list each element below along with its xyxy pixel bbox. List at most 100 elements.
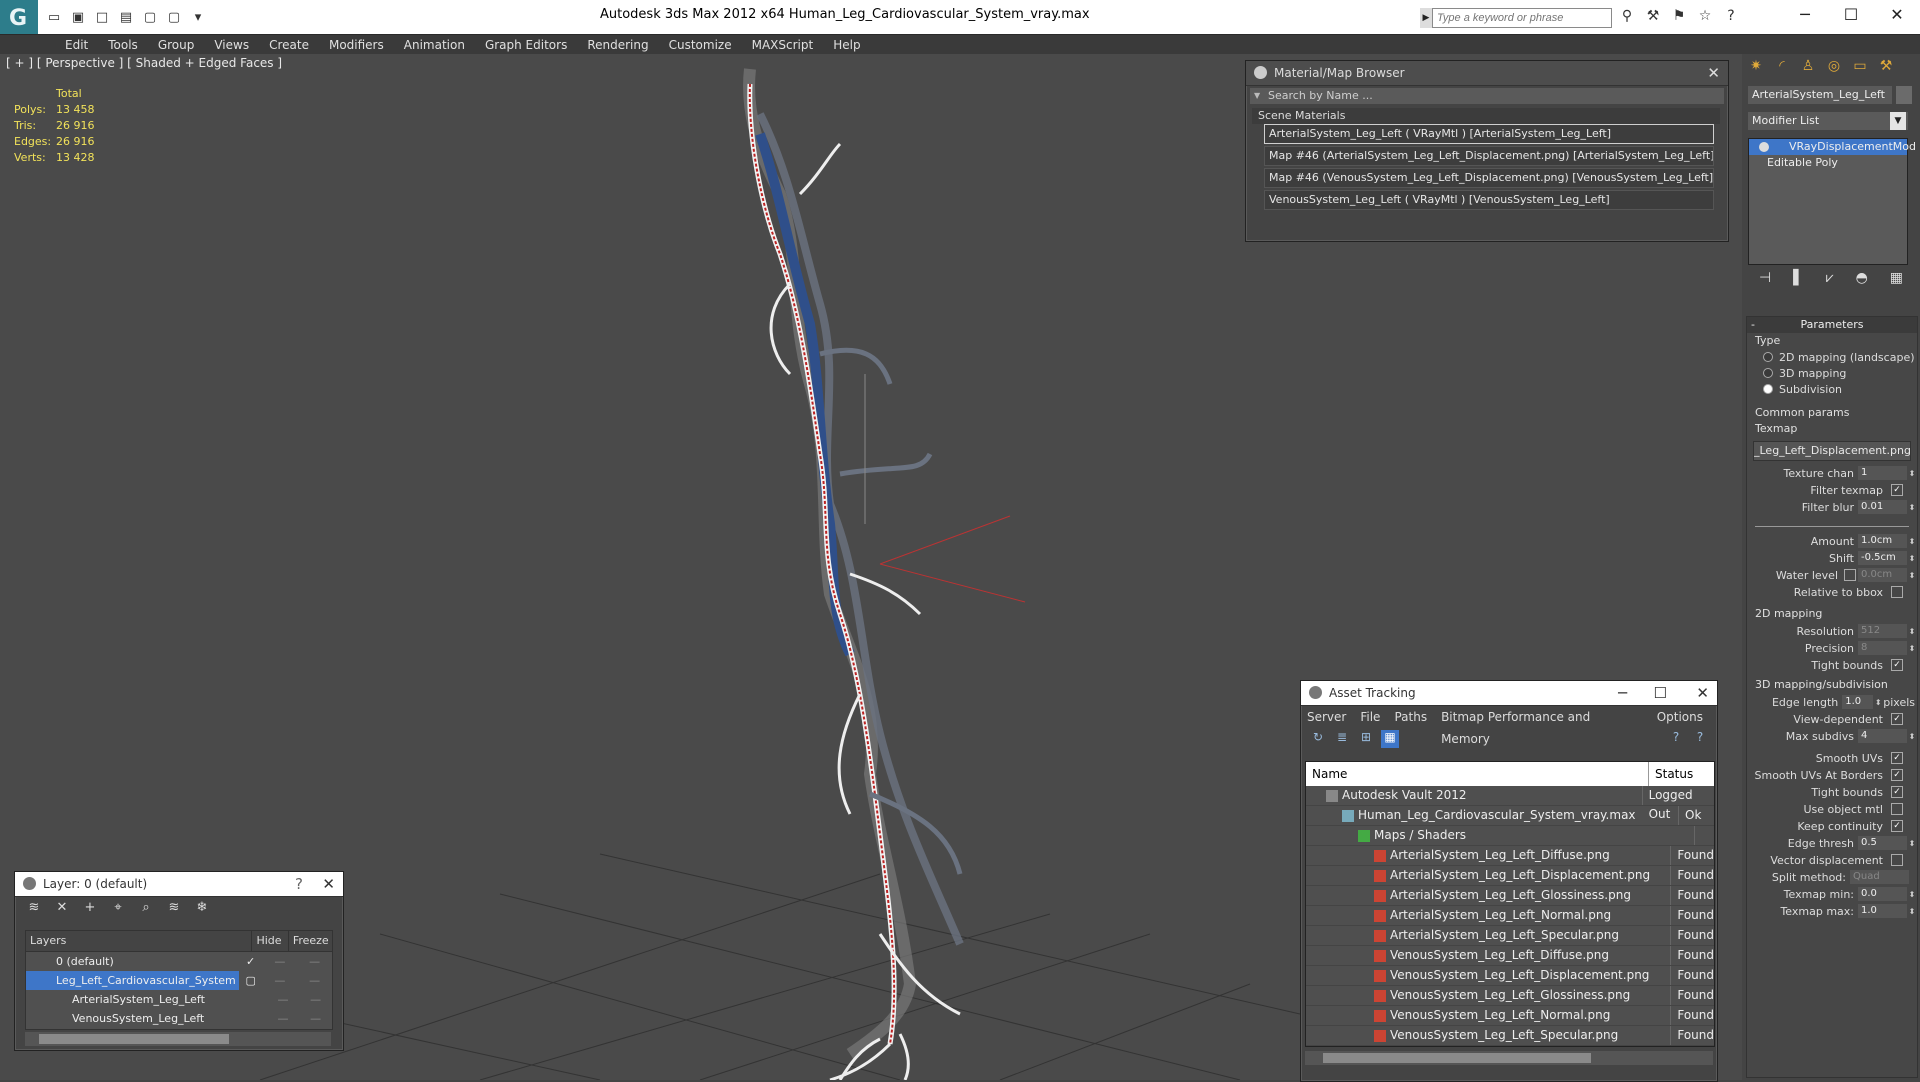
close-icon[interactable]: ✕ [1874, 0, 1920, 30]
utilities-tab-icon[interactable]: ⚒ [1874, 58, 1898, 80]
layer-row[interactable]: 0 (default) ✓ — — [26, 952, 332, 971]
display-tab-icon[interactable]: ▭ [1848, 58, 1872, 80]
horizontal-scrollbar[interactable] [1305, 1051, 1713, 1065]
spinner-arrows-icon[interactable]: ⬍ [1907, 469, 1917, 478]
keyword-search-input[interactable] [1432, 8, 1612, 28]
table-row[interactable]: Human_Leg_Cardiovascular_System_vray.max… [1306, 806, 1714, 826]
hide-all-icon[interactable]: ≋ [163, 900, 185, 918]
hierarchy-tab-icon[interactable]: ♙ [1796, 58, 1820, 80]
smooth-uvs-checkbox[interactable]: ✓ [1891, 752, 1903, 764]
water-level-checkbox[interactable] [1844, 569, 1856, 581]
spinner-arrows-icon[interactable]: ⬍ [1907, 571, 1917, 580]
menu-animation[interactable]: Animation [394, 35, 475, 55]
parameters-rollout-header[interactable]: Parameters [1747, 317, 1917, 333]
subscription-icon[interactable]: ⚒ [1642, 8, 1664, 28]
relative-bbox-checkbox[interactable] [1891, 586, 1903, 598]
table-row[interactable]: VenousSystem_Leg_Left_Specular.png Found [1306, 1026, 1714, 1046]
hold-icon[interactable]: ▤ [116, 8, 136, 26]
asset-menu-server[interactable]: Server [1307, 706, 1346, 728]
delete-layer-icon[interactable]: ✕ [51, 900, 73, 918]
menu-modifiers[interactable]: Modifiers [319, 35, 394, 55]
vector-displacement-checkbox[interactable] [1891, 854, 1903, 866]
spinner-arrows-icon[interactable]: ⬍ [1907, 907, 1917, 916]
keep-continuity-checkbox[interactable]: ✓ [1891, 820, 1903, 832]
asset-menu-options[interactable]: Options [1657, 706, 1703, 728]
spinner-arrows-icon[interactable]: ⬍ [1907, 732, 1917, 741]
menu-tools[interactable]: Tools [98, 35, 148, 55]
material-item[interactable]: VenousSystem_Leg_Left ( VRayMtl ) [Venou… [1264, 190, 1714, 210]
close-icon[interactable]: ✕ [322, 872, 335, 896]
new-file-icon[interactable]: □ [92, 8, 112, 26]
texmap-button[interactable]: _Leg_Left_Displacement.png) [1753, 441, 1911, 461]
texture-chan-spinner[interactable]: 1 [1858, 466, 1907, 480]
scrollbar-thumb[interactable] [39, 1034, 229, 1044]
scene-materials-section[interactable]: Scene Materials [1252, 108, 1720, 124]
viewport-label-menu[interactable]: [ + ] [ Perspective ] [ Shaded + Edged F… [6, 56, 282, 70]
column-status[interactable]: Status [1649, 762, 1693, 786]
split-method-dropdown[interactable]: Quad [1850, 870, 1909, 884]
menu-rendering[interactable]: Rendering [577, 35, 658, 55]
layer-row[interactable]: ArterialSystem_Leg_Left — — [26, 990, 332, 1009]
layer-row[interactable]: Leg_Left_Cardiovascular_System ▢ — — [26, 971, 332, 990]
open-file-icon[interactable]: ▭ [44, 8, 64, 26]
table-row[interactable]: ArterialSystem_Leg_Left_Diffuse.png Found [1306, 846, 1714, 866]
texmap-max-spinner[interactable]: 1.0 [1858, 904, 1907, 918]
tight-bounds2-checkbox[interactable]: ✓ [1891, 786, 1903, 798]
list-view-icon[interactable]: ≣ [1333, 730, 1351, 748]
add-to-layer-icon[interactable]: + [79, 900, 101, 918]
max-subdivs-spinner[interactable]: 4 [1858, 729, 1907, 743]
pin-stack-icon[interactable]: ⊣ [1759, 270, 1771, 292]
material-item[interactable]: Map #46 (ArterialSystem_Leg_Left_Displac… [1264, 146, 1714, 166]
vault-help-icon[interactable]: ? [1691, 730, 1709, 748]
select-objects-icon[interactable]: ⌖ [107, 900, 129, 918]
table-row[interactable]: VenousSystem_Leg_Left_Diffuse.png Found [1306, 946, 1714, 966]
table-row[interactable]: VenousSystem_Leg_Left_Normal.png Found [1306, 1006, 1714, 1026]
amount-spinner[interactable]: 1.0cm [1858, 534, 1907, 548]
filter-blur-spinner[interactable]: 0.01 [1858, 500, 1907, 514]
motion-tab-icon[interactable]: ◎ [1822, 58, 1846, 80]
asset-menu-bitmap[interactable]: Bitmap Performance and Memory [1441, 706, 1643, 746]
scrollbar-thumb[interactable] [1323, 1053, 1591, 1063]
view-dependent-checkbox[interactable]: ✓ [1891, 713, 1903, 725]
leg-vessel-model[interactable] [743, 68, 964, 1080]
help-icon[interactable]: ? [1667, 730, 1685, 748]
precision-spinner[interactable]: 8 [1858, 641, 1907, 655]
close-icon[interactable]: ✕ [1696, 681, 1709, 705]
menu-maxscript[interactable]: MAXScript [742, 35, 824, 55]
stack-item-editable-poly[interactable]: Editable Poly [1749, 155, 1907, 171]
bulb-icon[interactable] [1759, 142, 1769, 152]
create-layer-icon[interactable]: ≋ [23, 900, 45, 918]
refresh-icon[interactable]: ↻ [1309, 730, 1327, 748]
undo-icon[interactable]: ▢ [140, 8, 160, 26]
freeze-all-icon[interactable]: ❄ [191, 900, 213, 918]
menu-group[interactable]: Group [148, 35, 205, 55]
material-item[interactable]: Map #46 (VenousSystem_Leg_Left_Displacem… [1264, 168, 1714, 188]
material-browser-titlebar[interactable]: Material/Map Browser ✕ [1246, 61, 1728, 86]
table-row[interactable]: ArterialSystem_Leg_Left_Specular.png Foun… [1306, 926, 1714, 946]
edge-thresh-spinner[interactable]: 0.5 [1858, 836, 1907, 850]
table-row[interactable]: Maps / Shaders [1306, 826, 1714, 846]
object-name-field[interactable]: ArterialSystem_Leg_Left [1748, 86, 1892, 104]
redo-icon[interactable]: ▢ [164, 8, 184, 26]
search-expand-icon[interactable]: ▶ [1420, 8, 1432, 28]
transform-gizmo[interactable] [864, 374, 1026, 603]
menu-edit[interactable]: Edit [55, 35, 98, 55]
spinner-arrows-icon[interactable]: ⬍ [1907, 839, 1917, 848]
layer-row[interactable]: VenousSystem_Leg_Left — — [26, 1009, 332, 1028]
set-current-icon[interactable]: ▢ [239, 971, 263, 990]
layer-dialog-titlebar[interactable]: Layer: 0 (default) ? ✕ [15, 872, 343, 897]
make-unique-icon[interactable]: ⩗ [1826, 270, 1834, 292]
radio-2d-mapping[interactable]: 2D mapping (landscape) [1747, 349, 1917, 365]
spinner-arrows-icon[interactable]: ⬍ [1907, 644, 1917, 653]
highlight-layer-icon[interactable]: ⌕ [135, 900, 157, 918]
app-logo-button[interactable]: G [0, 0, 38, 38]
remove-modifier-icon[interactable]: ◓ [1856, 270, 1868, 292]
column-name[interactable]: Name [1306, 762, 1649, 786]
spinner-arrows-icon[interactable]: ⬍ [1907, 503, 1917, 512]
show-end-result-icon[interactable]: ▌ [1793, 270, 1804, 292]
shift-spinner[interactable]: -0.5cm [1858, 551, 1907, 565]
horizontal-scrollbar[interactable] [25, 1032, 331, 1046]
chevron-down-icon[interactable]: ▼ [1890, 112, 1906, 130]
table-row[interactable]: VenousSystem_Leg_Left_Displacement.png Fo… [1306, 966, 1714, 986]
help-icon[interactable]: ? [1720, 8, 1742, 28]
